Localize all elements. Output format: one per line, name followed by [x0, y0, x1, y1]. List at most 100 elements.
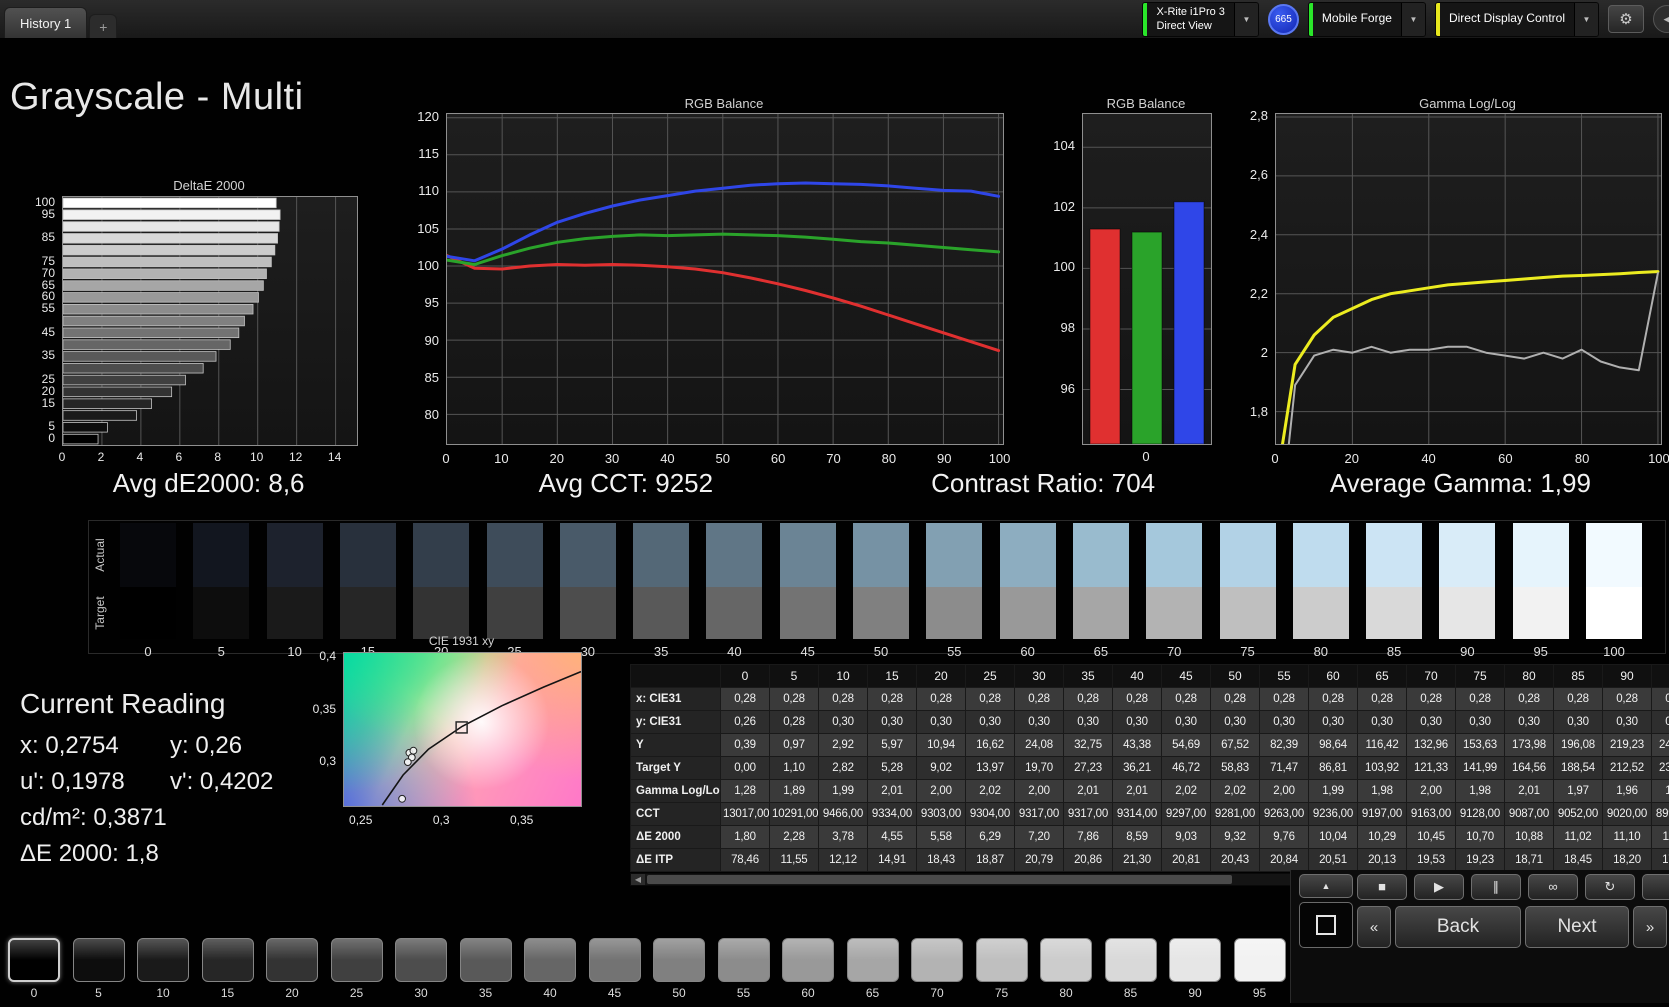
grayscale-swatch: 80: [1293, 523, 1349, 659]
level-label: 25: [331, 986, 383, 1000]
x-axis-tick: 80: [864, 451, 914, 466]
column-header: 80: [1505, 665, 1554, 688]
reading-value: u': 0,1978: [20, 768, 170, 796]
transport-extra-button[interactable]: [1642, 874, 1669, 900]
level-button-80[interactable]: 80: [1040, 938, 1092, 1000]
actual-patch: [1073, 523, 1129, 587]
meter-mode: Direct View: [1156, 19, 1224, 33]
gear-icon[interactable]: ⚙: [1608, 5, 1644, 33]
level-button-20[interactable]: 20: [266, 938, 318, 1000]
table-cell: 9,03: [1162, 826, 1211, 849]
level-button-95[interactable]: 95: [1234, 938, 1286, 1000]
table-cell: 188,54: [1554, 757, 1603, 780]
x-axis-tick: 0: [1250, 451, 1300, 466]
play-button[interactable]: ▶: [1414, 874, 1464, 900]
level-button-50[interactable]: 50: [653, 938, 705, 1000]
y-axis-tick: 1,8: [1225, 404, 1268, 419]
series-target-gamma: [1276, 272, 1658, 444]
column-header: 70: [1407, 665, 1456, 688]
grayscale-level-label: 0: [120, 644, 176, 659]
reading-number: 0,1978: [51, 768, 124, 795]
pattern-source-selector[interactable]: Mobile Forge ▼: [1308, 2, 1426, 37]
deltae-plot: [62, 196, 358, 446]
table-cell: 0,30: [1505, 711, 1554, 734]
next-button[interactable]: Next: [1525, 906, 1629, 948]
level-button-90[interactable]: 90: [1169, 938, 1221, 1000]
de-bar-50: [63, 316, 244, 326]
back-skip-button[interactable]: «: [1357, 906, 1391, 948]
level-button-0[interactable]: 0: [8, 938, 60, 1000]
column-header: 20: [917, 665, 966, 688]
pause-button[interactable]: ∥: [1471, 874, 1521, 900]
current-reading-panel: Current Reading x: 0,2754y: 0,26u': 0,19…: [20, 688, 320, 868]
table-cell: 3,78: [819, 826, 868, 849]
level-button-45[interactable]: 45: [589, 938, 641, 1000]
table-corner-cell: [631, 665, 721, 688]
level-button-85[interactable]: 85: [1105, 938, 1157, 1000]
level-button-65[interactable]: 65: [847, 938, 899, 1000]
de-bar-25: [63, 375, 185, 385]
level-button-75[interactable]: 75: [976, 938, 1028, 1000]
reading-row: x: 0,2754y: 0,26: [20, 732, 320, 760]
pattern-window-button[interactable]: [1299, 902, 1353, 948]
table-cell: 7,20: [1015, 826, 1064, 849]
meter-selector[interactable]: X-Rite i1Pro 3 Direct View ▼: [1142, 2, 1258, 37]
de-bar-40: [63, 340, 230, 350]
level-button-25[interactable]: 25: [331, 938, 383, 1000]
level-button-30[interactable]: 30: [395, 938, 447, 1000]
table-cell: 2,00: [1407, 780, 1456, 803]
reading-number: 0,2754: [45, 732, 118, 759]
table-cell: 2,02: [1162, 780, 1211, 803]
expand-up-button[interactable]: ▲: [1299, 874, 1353, 898]
badge-value: 665: [1275, 14, 1292, 25]
grayscale-level-label: 45: [780, 644, 836, 659]
y-axis-tick: 0,4: [300, 649, 336, 664]
meter-count-badge[interactable]: 665: [1268, 4, 1299, 35]
loop-button[interactable]: ↻: [1585, 874, 1635, 900]
level-button-10[interactable]: 10: [137, 938, 189, 1000]
level-button-5[interactable]: 5: [73, 938, 125, 1000]
next-skip-button[interactable]: »: [1633, 906, 1667, 948]
back-button[interactable]: Back: [1395, 906, 1521, 948]
table-cell: 121,33: [1407, 757, 1456, 780]
level-swatch: [8, 938, 60, 982]
table-cell: 1,99: [1309, 780, 1358, 803]
table-cell: 13,97: [966, 757, 1015, 780]
history-tab[interactable]: History 1: [4, 7, 87, 38]
display-control-selector[interactable]: Direct Display Control ▼: [1435, 2, 1599, 37]
chevron-down-icon[interactable]: ▼: [1401, 3, 1425, 36]
grayscale-swatch: 60: [1000, 523, 1056, 659]
table-cell: 2,82: [819, 757, 868, 780]
level-button-60[interactable]: 60: [782, 938, 834, 1000]
chevron-down-icon[interactable]: ▼: [1574, 3, 1598, 36]
collapse-panel-button[interactable]: ◀: [1653, 5, 1669, 33]
level-button-55[interactable]: 55: [718, 938, 770, 1000]
continuous-button[interactable]: ∞: [1528, 874, 1578, 900]
new-tab-button[interactable]: +: [89, 14, 117, 38]
table-row: ΔE 20001,802,283,784,555,586,297,207,868…: [631, 826, 1669, 849]
target-patch: [560, 587, 616, 639]
grayscale-swatch: 40: [706, 523, 762, 659]
table-cell: 0,30: [1211, 711, 1260, 734]
reading-label: ΔE 2000:: [20, 840, 125, 867]
table-cell: 1,28: [721, 780, 770, 803]
level-swatch: [202, 938, 254, 982]
level-label: 10: [137, 986, 189, 1000]
y-axis-tick: 0,35: [300, 702, 336, 717]
table-cell: 0,30: [1652, 711, 1669, 734]
level-button-40[interactable]: 40: [524, 938, 576, 1000]
target-patch: [267, 587, 323, 639]
pattern-source-label: Mobile Forge: [1313, 3, 1401, 36]
chevron-down-icon[interactable]: ▼: [1234, 3, 1258, 36]
level-button-15[interactable]: 15: [202, 938, 254, 1000]
x-axis-tick: 40: [1404, 451, 1454, 466]
de-bar-45: [63, 328, 239, 338]
level-swatch: [653, 938, 705, 982]
bars-canvas: [1083, 114, 1211, 444]
level-button-70[interactable]: 70: [911, 938, 963, 1000]
actual-patch: [1439, 523, 1495, 587]
stop-button[interactable]: ■: [1357, 874, 1407, 900]
table-cell: 0,30: [966, 711, 1015, 734]
level-button-35[interactable]: 35: [460, 938, 512, 1000]
table-cell: 10,04: [1309, 826, 1358, 849]
